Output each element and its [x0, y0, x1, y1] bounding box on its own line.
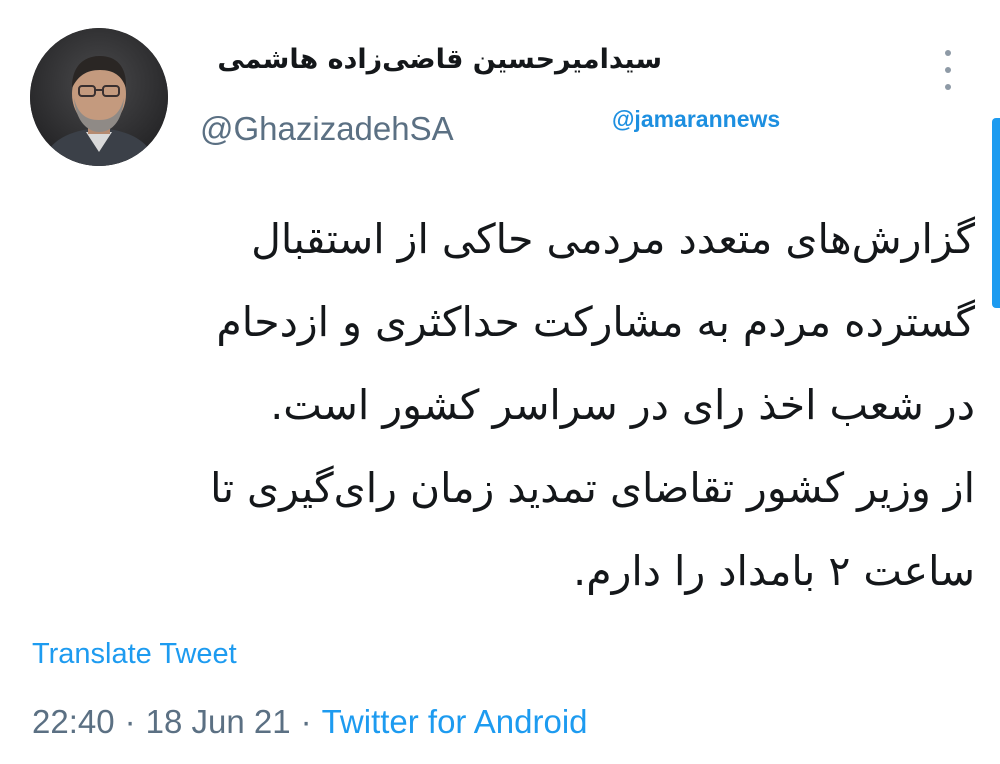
separator: ·: [300, 703, 312, 740]
tweet-text-line: در شعب اخذ رای در سراسر کشور است.: [270, 381, 975, 429]
tweet-text-line: ساعت ۲ بامداد را دارم.: [573, 547, 975, 595]
translate-tweet-link[interactable]: Translate Tweet: [32, 638, 237, 671]
menu-dot: [945, 50, 951, 56]
avatar[interactable]: [30, 28, 168, 166]
watermark: @jamarannews: [612, 106, 781, 132]
avatar-portrait: [30, 28, 168, 166]
tweet-text: گزارش‌های متعدد مردمی حاکی از استقبال گس…: [30, 198, 975, 613]
tweet-time[interactable]: 22:40: [32, 703, 115, 740]
tweet-text-line: از وزیر کشور تقاضای تمدید زمان رای‌گیری …: [210, 464, 975, 512]
scrollbar-thumb[interactable]: [992, 118, 1000, 308]
tweet-text-line: گسترده مردم به مشارکت حداکثری و ازدحام: [216, 298, 975, 346]
more-vertical-icon[interactable]: [935, 50, 961, 90]
tweet-metadata: 22:40 · 18 Jun 21 · Twitter for Android: [32, 703, 588, 741]
separator: ·: [124, 703, 136, 740]
author-display-name[interactable]: سیدامیرحسین قاضی‌زاده هاشمی: [180, 44, 662, 75]
menu-dot: [945, 84, 951, 90]
menu-dot: [945, 67, 951, 73]
tweet-card: سیدامیرحسین قاضی‌زاده هاشمی @GhazizadehS…: [0, 0, 1000, 764]
tweet-source-link[interactable]: Twitter for Android: [322, 703, 588, 740]
tweet-text-line: گزارش‌های متعدد مردمی حاکی از استقبال: [251, 215, 975, 263]
tweet-date[interactable]: 18 Jun 21: [146, 703, 291, 740]
author-handle[interactable]: @GhazizadehSA: [200, 110, 454, 148]
